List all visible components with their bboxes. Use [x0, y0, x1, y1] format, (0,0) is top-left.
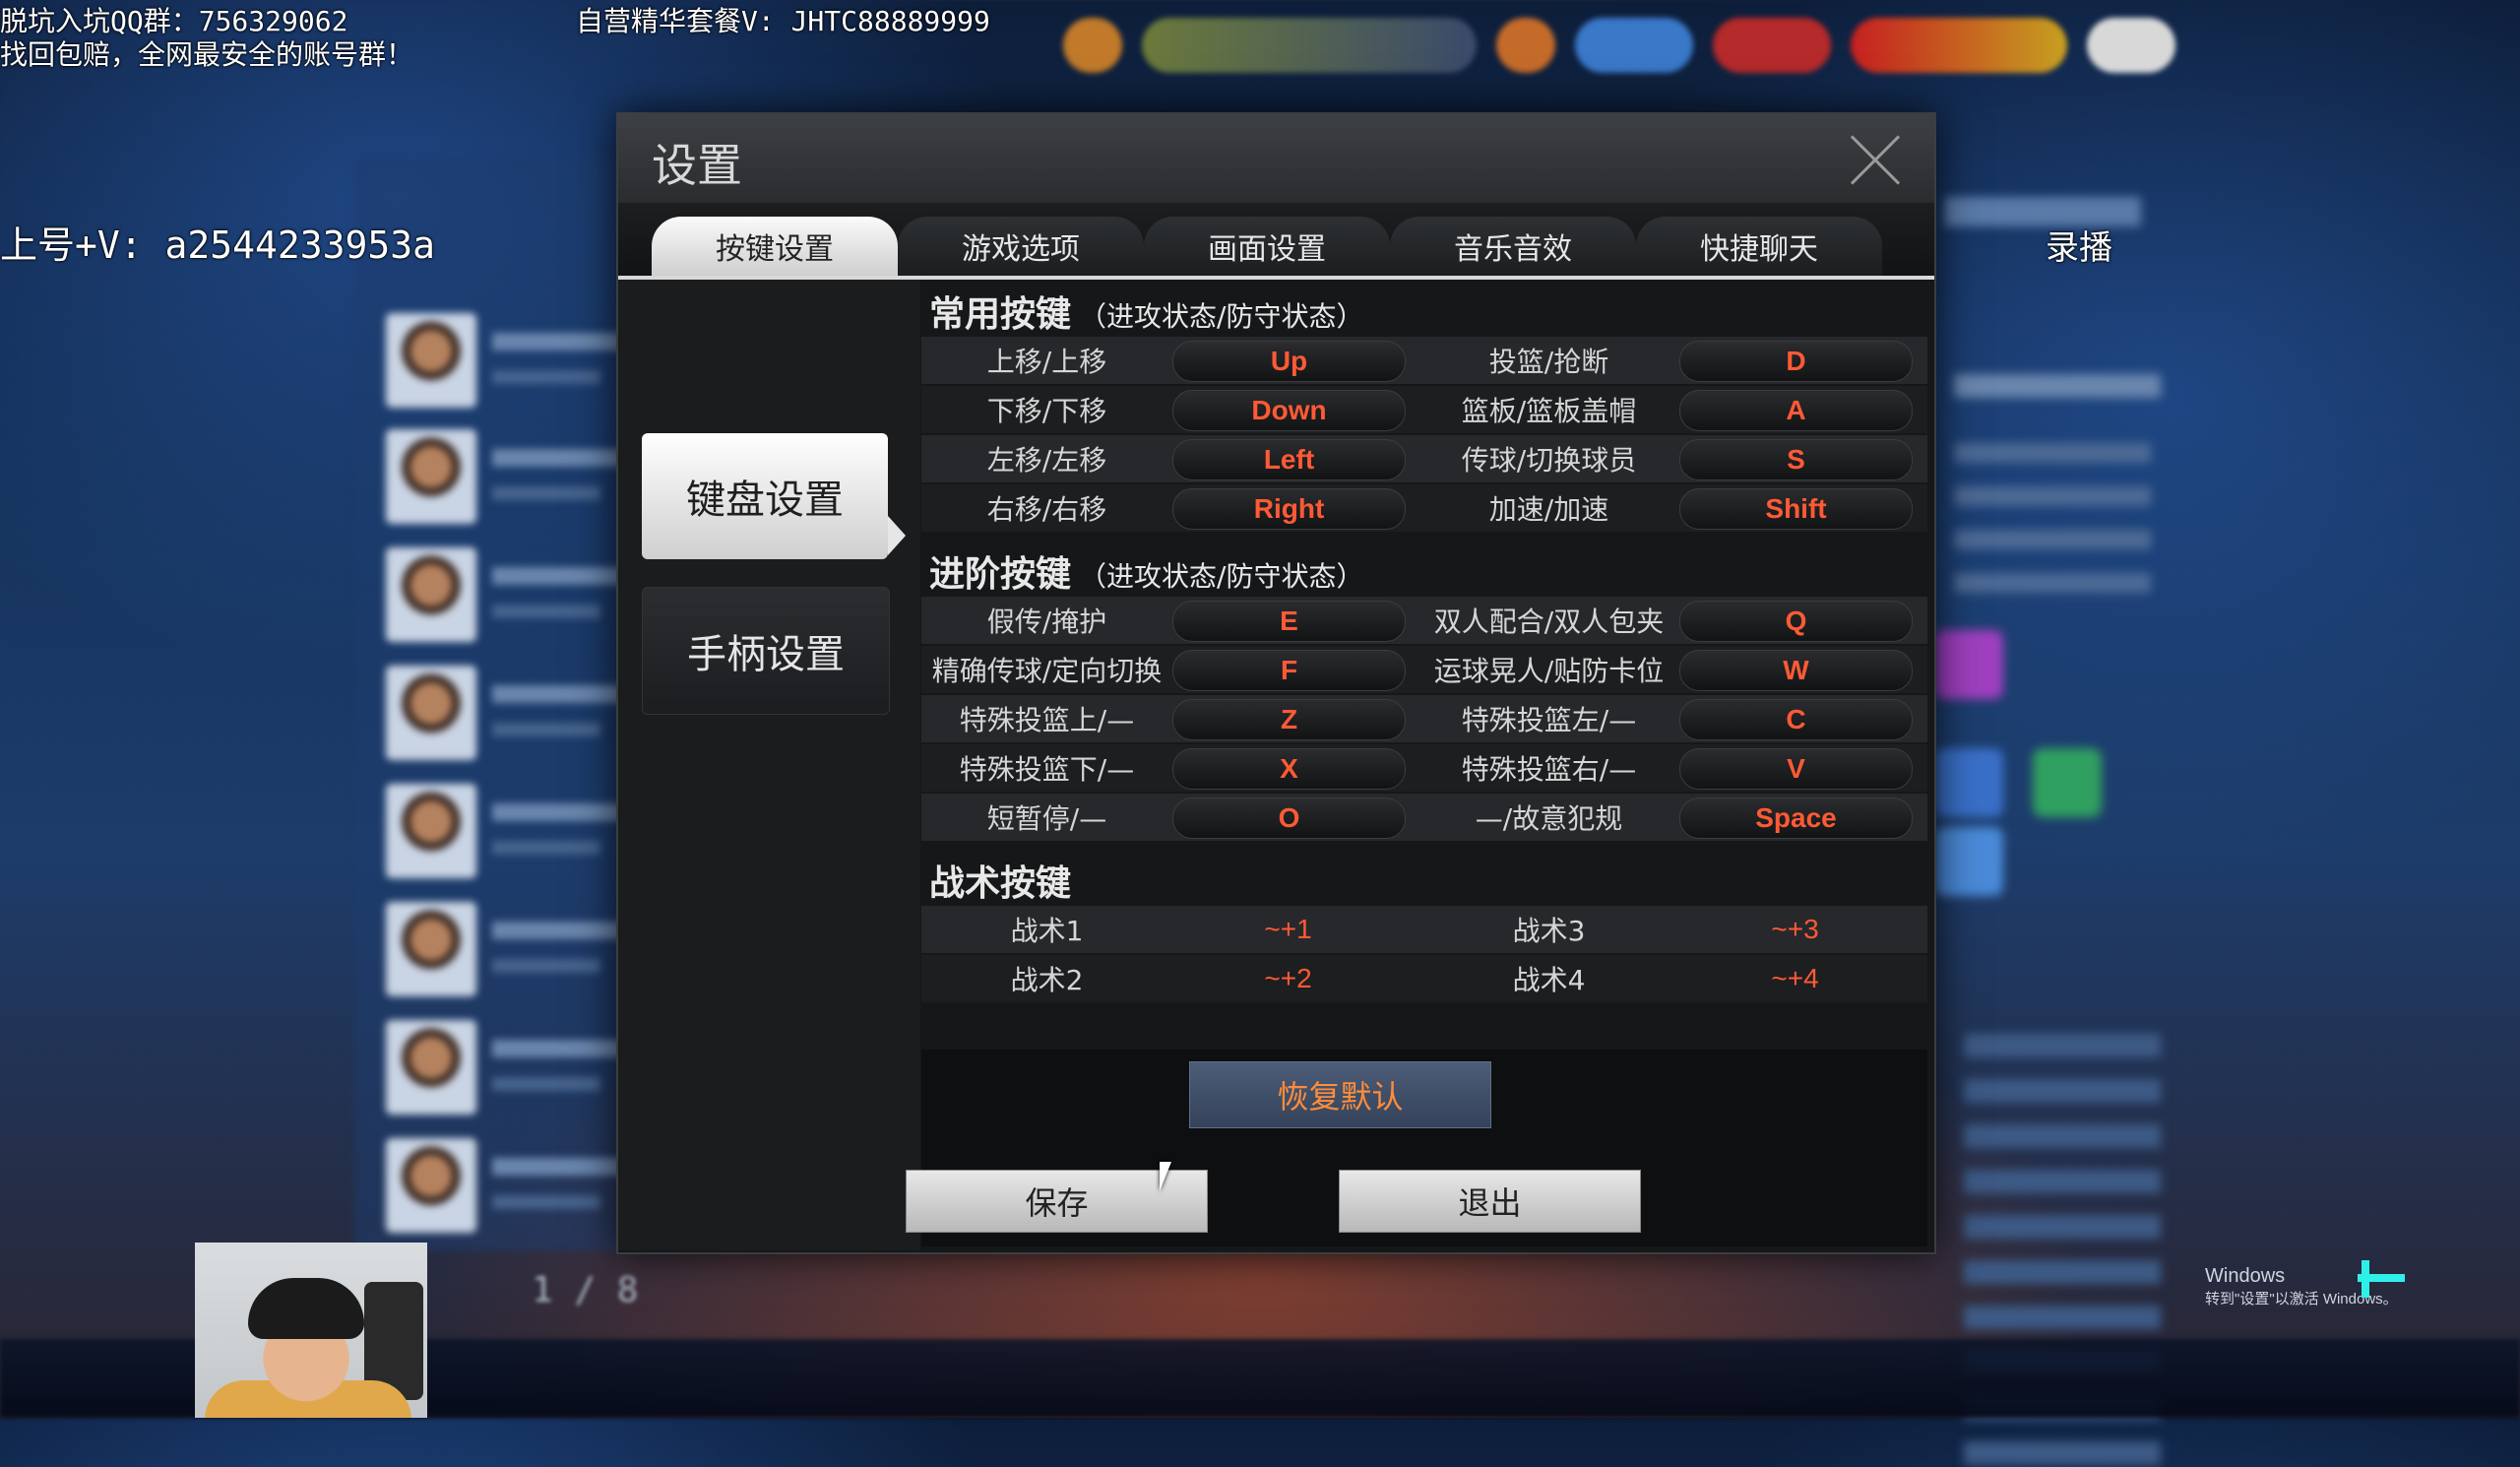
tab-quick-chat[interactable]: 快捷聊天 — [1636, 217, 1882, 276]
key-label: 特殊投篮右/— — [1461, 753, 1637, 786]
dialog-titlebar: 设置 — [618, 114, 1934, 203]
key-label: 左移/左移 — [986, 444, 1107, 477]
overlay-replay-label: 录播 — [2046, 228, 2112, 268]
key-binding-button[interactable]: Z — [1172, 699, 1406, 740]
key-label: 特殊投篮上/— — [959, 704, 1135, 736]
key-binding-button[interactable]: D — [1679, 341, 1913, 382]
key-binding-button[interactable]: Left — [1172, 439, 1406, 480]
key-row: 上移/上移 Up 投篮/抢断 D — [921, 337, 1927, 384]
overlay-contact: 上号+V: a2544233953a — [0, 223, 436, 267]
key-row: 左移/左移 Left 传球/切换球员 S — [921, 435, 1927, 482]
close-icon[interactable] — [1850, 134, 1901, 185]
windows-logo-icon — [2358, 1260, 2405, 1300]
tactic-label: 战术2 — [1010, 964, 1084, 996]
key-label: 加速/加速 — [1488, 493, 1609, 526]
overlay-package: 自营精华套餐V: JHTC88889999 — [576, 5, 990, 37]
key-binding-button[interactable]: X — [1172, 748, 1406, 790]
tactic-binding[interactable]: ~+4 — [1679, 955, 1911, 1002]
key-row: 战术2 ~+2 战术4 ~+4 — [921, 955, 1927, 1002]
mouse-cursor-icon — [1160, 1162, 1171, 1191]
settings-sidebar: 键盘设置 手柄设置 — [618, 280, 920, 1250]
section-title-tactics: 战术按键 — [929, 863, 1072, 904]
key-binding-button[interactable]: Q — [1679, 601, 1913, 642]
key-binding-button[interactable]: C — [1679, 699, 1913, 740]
key-row: 短暂停/— O —/故意犯规 Space — [921, 794, 1927, 841]
key-row: 精确传球/定向切换 F 运球晃人/贴防卡位 W — [921, 646, 1927, 693]
key-label: 特殊投篮左/— — [1461, 704, 1637, 736]
tactic-binding[interactable]: ~+3 — [1679, 906, 1911, 953]
key-binding-button[interactable]: F — [1172, 650, 1406, 691]
background-right-panel — [1924, 167, 2180, 1467]
key-row: 右移/右移 Right 加速/加速 Shift — [921, 484, 1927, 532]
key-binding-button[interactable]: E — [1172, 601, 1406, 642]
key-label: 精确传球/定向切换 — [931, 655, 1163, 687]
key-label: 运球晃人/贴防卡位 — [1433, 655, 1665, 687]
key-label: 短暂停/— — [986, 802, 1107, 835]
tactic-label: 战术1 — [1010, 915, 1084, 947]
hud-player-chip — [1142, 18, 1477, 73]
tab-key-settings[interactable]: 按键设置 — [652, 217, 898, 276]
key-binding-button[interactable]: A — [1679, 390, 1913, 431]
tab-graphics[interactable]: 画面设置 — [1144, 217, 1390, 276]
key-label: 上移/上移 — [986, 346, 1107, 378]
hud-diamonds — [1575, 18, 1693, 73]
key-binding-button[interactable]: V — [1679, 748, 1913, 790]
key-label: 投篮/抢断 — [1488, 346, 1609, 378]
key-binding-button[interactable]: Down — [1172, 390, 1406, 431]
top-hud — [1043, 0, 2175, 91]
settings-dialog: 设置 按键设置 游戏选项 画面设置 音乐音效 快捷聊天 键盘设置 手柄设置 常用… — [616, 112, 1936, 1254]
key-label: 传球/切换球员 — [1461, 444, 1637, 477]
tactic-label: 战术3 — [1512, 915, 1586, 947]
tab-audio[interactable]: 音乐音效 — [1390, 217, 1636, 276]
key-binding-button[interactable]: S — [1679, 439, 1913, 480]
key-row: 战术1 ~+1 战术3 ~+3 — [921, 906, 1927, 953]
tab-game-options[interactable]: 游戏选项 — [898, 217, 1144, 276]
key-row: 特殊投篮下/— X 特殊投篮右/— V — [921, 744, 1927, 792]
key-row: 特殊投篮上/— Z 特殊投篮左/— C — [921, 695, 1927, 742]
key-label: —/故意犯规 — [1475, 802, 1623, 835]
key-row: 假传/掩护 E 双人配合/双人包夹 Q — [921, 597, 1927, 644]
key-binding-button[interactable]: W — [1679, 650, 1913, 691]
key-label: 下移/下移 — [986, 395, 1107, 427]
dialog-title: 设置 — [652, 139, 742, 192]
section-title-common: 常用按键 （进攻状态/防守状态） — [929, 294, 1364, 335]
tactic-binding[interactable]: ~+2 — [1172, 955, 1404, 1002]
tactic-binding[interactable]: ~+1 — [1172, 906, 1404, 953]
key-binding-button[interactable]: Right — [1172, 488, 1406, 530]
restore-defaults-button[interactable]: 恢复默认 — [1189, 1061, 1491, 1128]
key-binding-button[interactable]: O — [1172, 797, 1406, 839]
hud-coins — [1851, 18, 2067, 73]
tab-bar: 按键设置 游戏选项 画面设置 音乐音效 快捷聊天 — [618, 203, 1934, 280]
hud-icon — [1063, 18, 1122, 73]
hud-badge — [1496, 18, 1555, 73]
key-row: 下移/下移 Down 篮板/篮板盖帽 A — [921, 386, 1927, 433]
streamer-webcam — [195, 1243, 427, 1418]
tactic-label: 战术4 — [1512, 964, 1586, 996]
section-title-advanced: 进阶按键 （进攻状态/防守状态） — [929, 554, 1364, 595]
hud-logo — [2087, 18, 2175, 73]
overlay-guarantee: 找回包赔，全网最安全的账号群！ — [0, 38, 414, 71]
key-label: 双人配合/双人包夹 — [1433, 606, 1665, 638]
key-label: 右移/右移 — [986, 493, 1107, 526]
gamepad-settings-button[interactable]: 手柄设置 — [642, 587, 890, 715]
hud-rubies — [1713, 18, 1831, 73]
key-label: 假传/掩护 — [986, 606, 1107, 638]
key-binding-button[interactable]: Shift — [1679, 488, 1913, 530]
background-pager: 1 / 8 — [532, 1270, 639, 1310]
key-label: 篮板/篮板盖帽 — [1461, 395, 1637, 427]
key-binding-button[interactable]: Up — [1172, 341, 1406, 382]
selected-arrow-icon — [888, 516, 906, 555]
keyboard-settings-button[interactable]: 键盘设置 — [642, 433, 888, 559]
key-label: 特殊投篮下/— — [959, 753, 1135, 786]
exit-button[interactable]: 退出 — [1339, 1170, 1641, 1233]
key-binding-button[interactable]: Space — [1679, 797, 1913, 839]
